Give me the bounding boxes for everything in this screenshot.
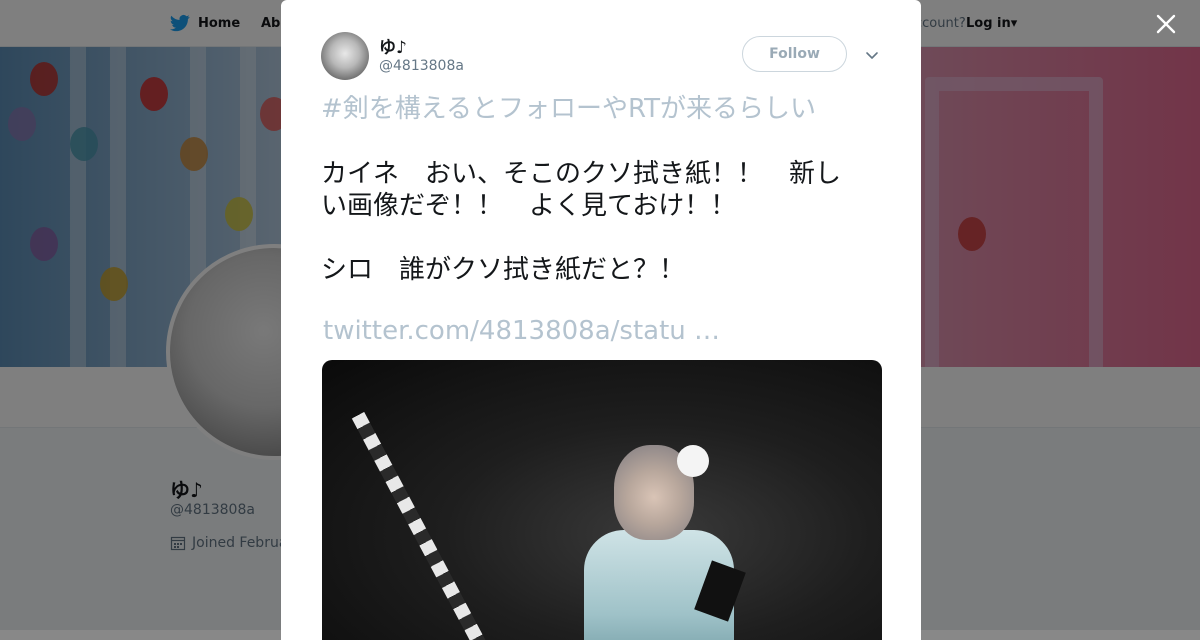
photo-sword [351,411,487,640]
author-name[interactable]: ゆ♪ [379,33,407,58]
tweet-modal: ゆ♪ @4813808a Follow #剣を構えるとフォローやRTが来るらしい… [281,0,921,640]
tweet-media-photo[interactable] [322,360,882,640]
hashtag-link[interactable]: #剣を構えるとフォローやRTが来るらしい [321,92,886,126]
tweet-line-1: カイネ おい、そこのクソ拭き紙！！ 新し [321,159,842,189]
chevron-down-icon[interactable] [863,46,881,64]
author-handle[interactable]: @4813808a [379,58,464,74]
follow-button[interactable]: Follow [742,36,847,72]
tweet-line-2: い画像だぞ！！ よく見ておけ！！ [321,191,737,221]
tweet-status-link[interactable]: twitter.com/4813808a/statu … [323,316,720,346]
tweet-text: #剣を構えるとフォローやRTが来るらしい カイネ おい、そこのクソ拭き紙！！ 新… [321,92,886,286]
author-avatar[interactable] [321,32,369,80]
tweet-line-3: シロ 誰がクソ拭き紙だと？！ [321,255,686,285]
close-icon[interactable] [1152,10,1180,38]
photo-hair-flower [677,445,709,477]
